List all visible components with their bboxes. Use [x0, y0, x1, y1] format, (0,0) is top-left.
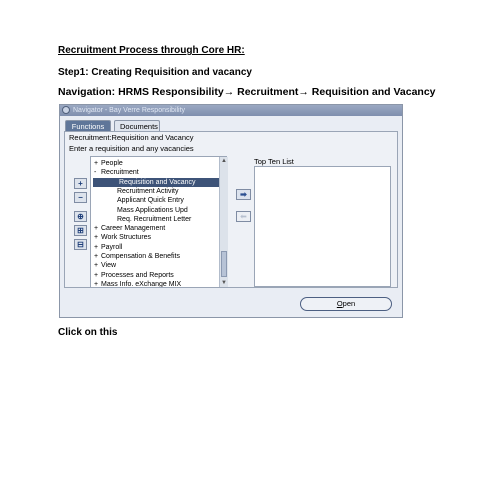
arrow-right-icon: →: [223, 86, 235, 98]
expand-node-icon: +: [94, 243, 99, 251]
remove-from-top-ten-button[interactable]: ⬅: [236, 211, 251, 222]
tree-item-label: Mass Applications Upd: [117, 206, 188, 214]
expand-node-icon: +: [94, 225, 99, 233]
tree-item-label: View: [101, 262, 117, 270]
nav-recruitment: Recruitment: [234, 86, 299, 98]
tree-item-label: Recruitment Activity: [117, 187, 179, 195]
app-icon: [62, 106, 70, 114]
tree-item-label: Compensation & Benefits: [101, 253, 180, 260]
expand-node-icon: +: [94, 160, 99, 167]
navigator-window: Navigator - Bay Verre Responsibility Fun…: [59, 104, 403, 318]
panel-instruction: Enter a requisition and any vacancies: [69, 144, 194, 153]
tree-item[interactable]: Recruitment Activity: [91, 187, 226, 196]
expand-node-icon: +: [94, 234, 99, 242]
tree-item[interactable]: + Work Structures: [91, 233, 226, 242]
tree-item[interactable]: + Mass Info. eXchange MIX: [91, 280, 226, 288]
tab-documents[interactable]: Documents: [114, 120, 160, 131]
expand-node-icon: +: [94, 262, 99, 270]
document-title: Recruitment Process through Core HR:: [58, 45, 245, 56]
window-title: Navigator - Bay Verre Responsibility: [73, 107, 186, 114]
tree-item[interactable]: + View: [91, 261, 226, 270]
top-ten-list[interactable]: [254, 166, 391, 287]
collapse-all-button[interactable]: ⊟: [74, 239, 87, 250]
expand-node-icon: +: [94, 253, 99, 260]
scroll-down-icon[interactable]: ▼: [220, 279, 228, 287]
tree-item-label: Applicant Quick Entry: [117, 197, 184, 205]
scroll-up-icon[interactable]: ▲: [220, 157, 228, 165]
tree-item-label: People: [101, 160, 123, 167]
add-to-top-ten-button[interactable]: ➡: [236, 189, 251, 200]
tree-scrollbar[interactable]: ▲ ▼: [219, 157, 228, 287]
tree-item-label: Recruitment: [101, 169, 139, 177]
top-ten-label: Top Ten List: [254, 157, 294, 166]
tree-item-label: Payroll: [101, 243, 123, 251]
tree-item-label: Career Management: [101, 225, 166, 233]
expand-button[interactable]: +: [74, 178, 87, 189]
tree-item-label: Processes and Reports: [101, 271, 174, 279]
nav-prefix: Navigation: HRMS Responsibility: [58, 86, 224, 98]
tree-item-label: Req. Recruitment Letter: [117, 215, 192, 223]
tree-item[interactable]: + Processes and Reports: [91, 271, 226, 280]
collapse-button[interactable]: −: [74, 192, 87, 203]
tree-item[interactable]: Applicant Quick Entry: [91, 196, 226, 205]
collapse-node-icon: -: [94, 169, 97, 177]
tree-item[interactable]: Req. Recruitment Letter: [91, 215, 226, 224]
nav-requisition: Requisition and Vacancy: [308, 86, 436, 98]
open-button[interactable]: Open: [300, 297, 392, 311]
tree-item[interactable]: + Payroll: [91, 243, 226, 252]
expand-all-button[interactable]: ⊞: [74, 225, 87, 236]
tree-item[interactable]: Requisition and Vacancy: [93, 177, 226, 187]
function-tree[interactable]: + People - Recruitment Requisition and Vacan…: [90, 156, 227, 288]
navigation-path: Navigation: HRMS Responsibility→ Recruit…: [58, 86, 436, 98]
expand-branch-button[interactable]: ⊕: [74, 211, 87, 222]
open-button-label: pen: [342, 299, 356, 308]
tree-item-label: Work Structures: [101, 234, 152, 242]
tree-item[interactable]: + Compensation & Benefits: [91, 252, 226, 261]
tree-item-label: Mass Info. eXchange MIX: [101, 280, 182, 288]
tree-item-label: Requisition and Vacancy: [119, 178, 196, 186]
tree-item[interactable]: Mass Applications Upd: [91, 206, 226, 215]
scroll-thumb[interactable]: [221, 251, 227, 277]
arrow-right-icon: →: [298, 86, 309, 98]
expand-node-icon: +: [94, 280, 99, 288]
panel-title: Recruitment:Requisition and Vacancy: [69, 133, 194, 142]
tree-item[interactable]: + Career Management: [91, 224, 226, 233]
tree-item[interactable]: + People: [91, 159, 226, 168]
expand-node-icon: +: [94, 271, 99, 279]
window-titlebar[interactable]: Navigator - Bay Verre Responsibility: [60, 105, 402, 116]
click-instruction: Click on this: [58, 327, 118, 338]
tree-item[interactable]: - Recruitment: [91, 168, 226, 177]
tab-functions[interactable]: Functions: [65, 120, 111, 131]
step-heading: Step1: Creating Requisition and vacancy: [58, 67, 252, 78]
